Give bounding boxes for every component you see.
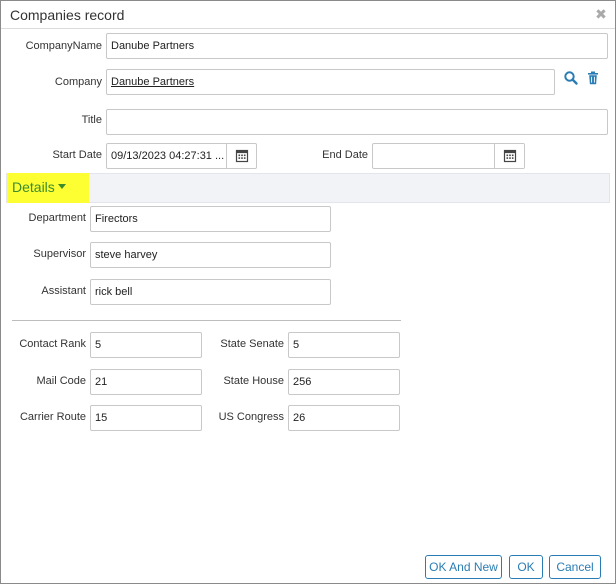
supervisor-input[interactable]: steve harvey xyxy=(90,242,331,268)
contact-rank-label: Contact Rank xyxy=(19,338,86,350)
caret-down-icon xyxy=(58,184,66,189)
end-date-calendar-button[interactable] xyxy=(494,144,524,168)
mail-code-label: Mail Code xyxy=(36,375,86,387)
start-date-input[interactable]: 09/13/2023 04:27:31 ... xyxy=(106,143,257,169)
carrier-route-input[interactable]: 15 xyxy=(90,405,202,431)
state-house-input[interactable]: 256 xyxy=(288,369,400,395)
section-divider xyxy=(12,320,401,321)
ok-button[interactable]: OK xyxy=(509,555,543,579)
dialog-titlebar: Companies record ✖ xyxy=(1,1,615,29)
search-icon[interactable] xyxy=(563,70,579,86)
details-section-title: Details xyxy=(12,179,55,195)
company-link[interactable]: Danube Partners xyxy=(111,76,194,88)
assistant-label: Assistant xyxy=(41,285,86,297)
company-name-input[interactable]: Danube Partners xyxy=(106,33,608,59)
us-congress-input[interactable]: 26 xyxy=(288,405,400,431)
state-senate-label: State Senate xyxy=(220,338,284,350)
department-input[interactable]: Firectors xyxy=(90,206,331,232)
calendar-icon xyxy=(503,149,517,163)
details-section-toggle[interactable]: Details xyxy=(7,173,89,203)
ok-and-new-button[interactable]: OK And New xyxy=(425,555,502,579)
company-name-label: CompanyName xyxy=(25,40,102,52)
title-input[interactable] xyxy=(106,109,608,135)
close-icon[interactable]: ✖ xyxy=(595,7,607,21)
mail-code-input[interactable]: 21 xyxy=(90,369,202,395)
dialog-title: Companies record xyxy=(10,7,125,23)
start-date-calendar-button[interactable] xyxy=(226,144,256,168)
company-lookup-field: Danube Partners xyxy=(106,69,555,95)
supervisor-label: Supervisor xyxy=(33,248,86,260)
end-date-label: End Date xyxy=(322,149,368,161)
end-date-input[interactable] xyxy=(372,143,525,169)
title-label: Title xyxy=(81,114,102,126)
details-section-bar: Details xyxy=(6,173,610,203)
companies-record-dialog: Companies record ✖ CompanyName Danube Pa… xyxy=(0,0,616,584)
trash-icon[interactable] xyxy=(585,70,601,86)
start-date-value: 09/13/2023 04:27:31 ... xyxy=(111,150,225,162)
us-congress-label: US Congress xyxy=(218,411,284,423)
department-label: Department xyxy=(28,212,86,224)
assistant-input[interactable]: rick bell xyxy=(90,279,331,305)
state-house-label: State House xyxy=(223,375,284,387)
calendar-icon xyxy=(235,149,249,163)
state-senate-input[interactable]: 5 xyxy=(288,332,400,358)
company-label: Company xyxy=(54,76,102,88)
contact-rank-input[interactable]: 5 xyxy=(90,332,202,358)
carrier-route-label: Carrier Route xyxy=(19,411,86,423)
start-date-label: Start Date xyxy=(52,149,102,161)
cancel-button[interactable]: Cancel xyxy=(549,555,601,579)
